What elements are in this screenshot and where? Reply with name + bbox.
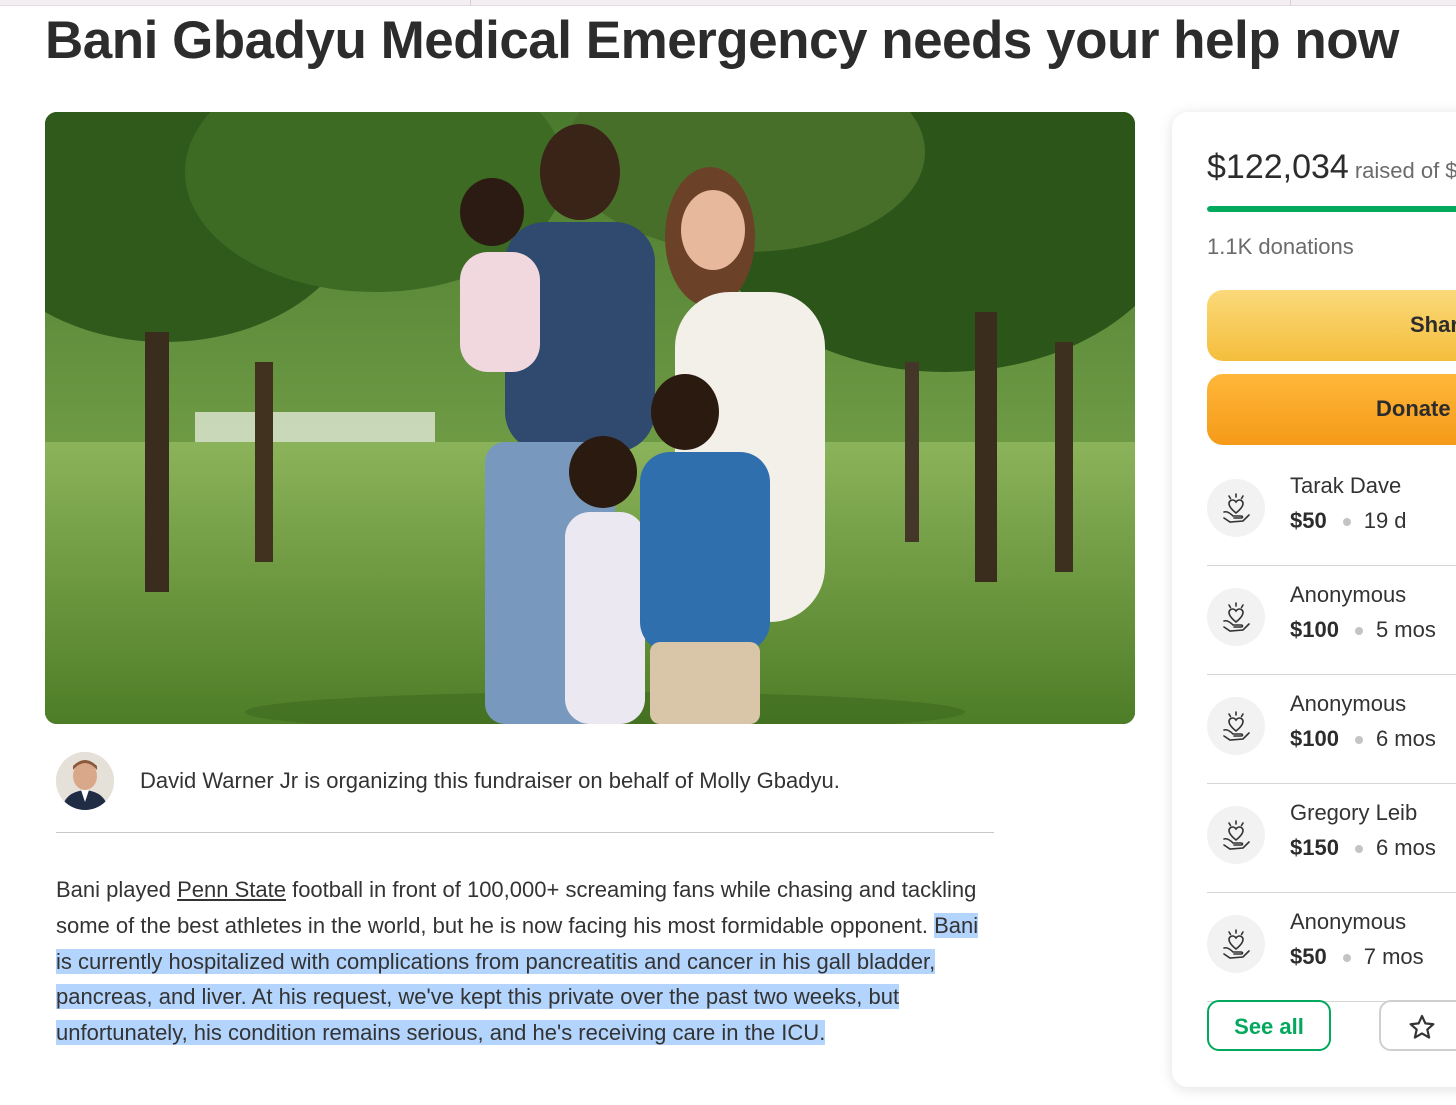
heart-hands-icon xyxy=(1207,588,1265,646)
donation-time: 19 d xyxy=(1363,508,1407,533)
separator-dot xyxy=(1354,627,1363,636)
donation-time: 5 mos xyxy=(1375,617,1436,642)
donor-meta: $50 7 mos xyxy=(1290,944,1424,970)
donor-name: Anonymous xyxy=(1290,582,1407,607)
heart-hands-icon xyxy=(1223,493,1250,523)
heart-hands-icon xyxy=(1207,806,1265,864)
donor-name: Anonymous xyxy=(1290,909,1407,934)
donor-meta: $100 6 mos xyxy=(1290,726,1436,752)
share-button[interactable]: Shar xyxy=(1207,290,1456,361)
donation-item: Anonymous $50 7 mos xyxy=(1207,893,1456,1002)
see-all-button[interactable]: See all xyxy=(1207,1000,1331,1051)
donation-amount: $100 xyxy=(1290,726,1339,751)
fundraiser-hero-image[interactable] xyxy=(45,112,1135,724)
donation-item: Tarak Dave $50 19 d xyxy=(1207,457,1456,566)
donation-sidebar: $122,034 raised of $ 1.1K donations Shar … xyxy=(1172,112,1456,1087)
donor-meta: $150 6 mos xyxy=(1290,835,1436,861)
heart-hands-icon xyxy=(1223,602,1250,632)
heart-hands-icon xyxy=(1223,820,1250,850)
donation-amount: $100 xyxy=(1290,617,1339,642)
fundraiser-story: Bani played Penn State football in front… xyxy=(56,872,996,1051)
separator-dot xyxy=(1342,518,1351,527)
avatar-photo xyxy=(56,752,114,810)
share-button-label: Shar xyxy=(1410,312,1456,337)
raised-of-label: raised of $ xyxy=(1354,158,1456,183)
donation-time: 6 mos xyxy=(1375,835,1436,860)
heart-hands-icon xyxy=(1207,697,1265,755)
donation-amount: $150 xyxy=(1290,835,1339,860)
donation-item: Anonymous $100 5 mos xyxy=(1207,566,1456,675)
raised-amount: $122,034 xyxy=(1207,148,1349,186)
donation-time: 6 mos xyxy=(1375,726,1436,751)
separator-dot xyxy=(1342,954,1351,963)
browser-top-strip xyxy=(0,0,1456,6)
separator-dot xyxy=(1354,845,1363,854)
donation-item: Anonymous $100 6 mos xyxy=(1207,675,1456,784)
donate-button-label: Donate xyxy=(1376,396,1451,421)
donation-amount: $50 xyxy=(1290,944,1327,969)
progress-bar-fill xyxy=(1207,206,1456,212)
donation-time: 7 mos xyxy=(1363,944,1424,969)
donor-name: Gregory Leib xyxy=(1290,800,1418,825)
family-photo xyxy=(45,112,1135,724)
separator-dot xyxy=(1354,736,1363,745)
star-icon xyxy=(1409,1014,1435,1039)
section-divider xyxy=(56,832,994,833)
donor-name: Tarak Dave xyxy=(1290,473,1402,498)
page-title: Bani Gbadyu Medical Emergency needs your… xyxy=(45,11,1399,70)
heart-hands-icon xyxy=(1223,711,1250,741)
strip-divider xyxy=(1290,0,1291,6)
donation-item: Gregory Leib $150 6 mos xyxy=(1207,784,1456,893)
strip-divider xyxy=(470,0,471,6)
donations-count: 1.1K donations xyxy=(1207,234,1354,259)
heart-hands-icon xyxy=(1223,929,1250,959)
heart-hands-icon xyxy=(1207,479,1265,537)
donor-name: Anonymous xyxy=(1290,691,1407,716)
heart-hands-icon xyxy=(1207,915,1265,973)
organizer-avatar[interactable] xyxy=(56,752,114,810)
penn-state-link[interactable]: Penn State xyxy=(177,877,286,902)
organizer-row: David Warner Jr is organizing this fundr… xyxy=(56,750,994,812)
progress-bar xyxy=(1207,206,1456,212)
raised-summary: $122,034 raised of $ xyxy=(1207,148,1456,187)
donate-button[interactable]: Donate xyxy=(1207,374,1456,445)
top-donations-button[interactable] xyxy=(1379,1000,1456,1051)
donation-amount: $50 xyxy=(1290,508,1327,533)
donor-meta: $100 5 mos xyxy=(1290,617,1436,643)
organizer-description: David Warner Jr is organizing this fundr… xyxy=(140,768,840,793)
donor-meta: $50 19 d xyxy=(1290,508,1407,534)
story-text: Bani played xyxy=(56,877,178,902)
see-all-label: See all xyxy=(1234,1014,1304,1039)
